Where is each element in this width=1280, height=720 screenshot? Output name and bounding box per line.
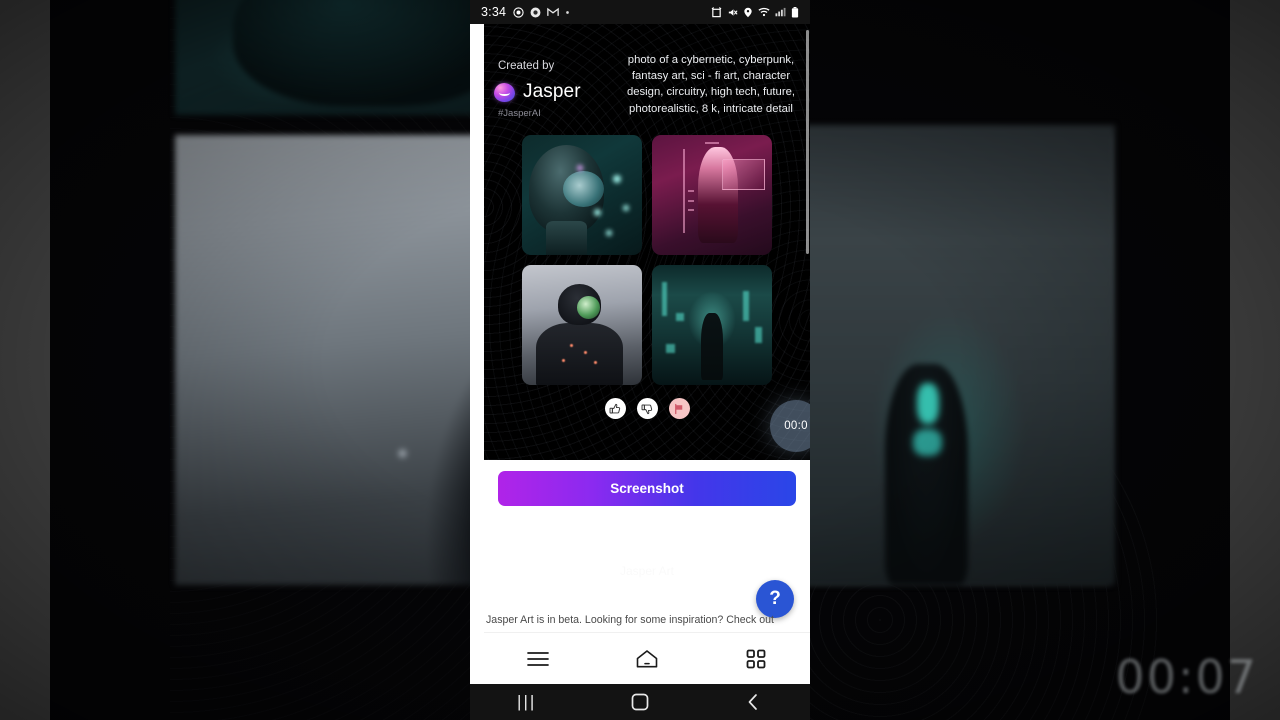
tile-art-shape [688, 190, 694, 193]
sys-home-button[interactable] [614, 688, 666, 716]
thumbs-up-button[interactable] [604, 398, 626, 419]
alarm-icon [711, 6, 722, 17]
dot-icon [566, 10, 569, 14]
page-scrollbar[interactable] [806, 30, 809, 254]
nav-menu-button[interactable] [510, 642, 566, 676]
tile-art-shape [577, 296, 600, 319]
backdrop-neon-glow [916, 382, 939, 424]
menu-icon [527, 651, 550, 666]
grid-icon [746, 649, 766, 668]
brand-row: Jasper [494, 81, 612, 103]
tile-android-portrait[interactable] [522, 265, 642, 385]
tile-art-shape [704, 142, 719, 145]
battery-icon [791, 6, 799, 18]
mute-icon [728, 8, 738, 16]
signal-icon [775, 7, 786, 17]
android-system-nav: ||| [470, 684, 810, 720]
nav-home-button[interactable] [619, 642, 675, 676]
tile-art-glow [622, 204, 629, 211]
beta-notice: Jasper Art is in beta. Looking for some … [486, 614, 774, 626]
app-bottom-nav [484, 632, 810, 684]
status-time: 3:34 [481, 5, 507, 19]
tile-art-glow [594, 209, 601, 217]
tile-art-shape [688, 209, 694, 212]
tile-art-shape [536, 322, 623, 385]
tile-art-shape [683, 149, 686, 234]
tile-art-glow [666, 344, 676, 354]
nav-apps-button[interactable] [728, 642, 784, 676]
watermark-text: Jasper Art [484, 564, 810, 578]
jasper-logo-icon [494, 82, 515, 102]
tile-art-glow [613, 174, 622, 183]
tile-art-glow [606, 229, 612, 236]
tile-art-glow [561, 358, 565, 362]
brand-name: Jasper [523, 81, 581, 102]
feedback-actions [484, 398, 810, 419]
home-icon [636, 649, 658, 667]
generation-timer-badge: 00:0 [770, 400, 810, 452]
art-result-card: Created by Jasper #JasperAI photo of a c… [484, 24, 810, 460]
tile-art-glow [676, 313, 684, 321]
record-icon [513, 6, 524, 18]
sys-back-button[interactable] [727, 688, 779, 716]
generated-image-grid [522, 135, 772, 385]
thumbs-down-icon [641, 403, 653, 414]
jasper-smile-icon [499, 90, 510, 96]
tile-art-shape [701, 313, 723, 381]
screen-left-edge-strip [470, 24, 484, 684]
help-button[interactable]: ? [756, 580, 794, 618]
flag-icon [675, 403, 683, 414]
tile-art-shape [546, 221, 587, 255]
wifi-icon [758, 7, 770, 17]
thumbs-down-button[interactable] [636, 398, 658, 419]
thumbs-up-icon [609, 403, 621, 413]
screenshot-button[interactable]: Screenshot [498, 471, 796, 506]
prompt-text: photo of a cybernetic, cyberpunk, fantas… [626, 54, 796, 115]
brand-hashtag: #JasperAI [498, 108, 541, 119]
created-by-label: Created by [498, 60, 555, 72]
tile-art-shape [688, 199, 694, 202]
recents-icon: ||| [517, 692, 537, 711]
tile-art-glow [755, 327, 763, 344]
tile-art-shape [562, 171, 604, 207]
backdrop-blurred-art-right [795, 125, 1115, 585]
back-icon [748, 694, 758, 710]
chrome-icon [530, 7, 541, 17]
created-by-block: Created by Jasper #JasperAI [494, 52, 612, 119]
tile-art-glow [661, 281, 667, 316]
tile-art-shape [721, 159, 765, 191]
app-content: Created by Jasper #JasperAI photo of a c… [484, 24, 810, 684]
sys-recents-button[interactable]: ||| [501, 688, 553, 716]
backdrop-neon-glow [913, 428, 943, 457]
home-button-icon [631, 693, 649, 711]
phone-screen-recording: 3:34 Created by Jasper #JasperAI photo o… [470, 0, 810, 720]
location-icon [744, 7, 752, 17]
gmail-icon [547, 7, 559, 16]
tile-art-glow [743, 291, 750, 322]
report-button[interactable] [668, 398, 690, 419]
android-status-bar: 3:34 [470, 0, 810, 24]
card-header: Created by Jasper #JasperAI photo of a c… [484, 24, 810, 119]
tile-cyborg-head[interactable] [522, 135, 642, 255]
tile-magenta-hacker[interactable] [652, 135, 772, 255]
tile-neon-street[interactable] [652, 265, 772, 385]
tile-art-glow [594, 361, 597, 364]
video-timecode: 00:07 [1115, 650, 1258, 704]
